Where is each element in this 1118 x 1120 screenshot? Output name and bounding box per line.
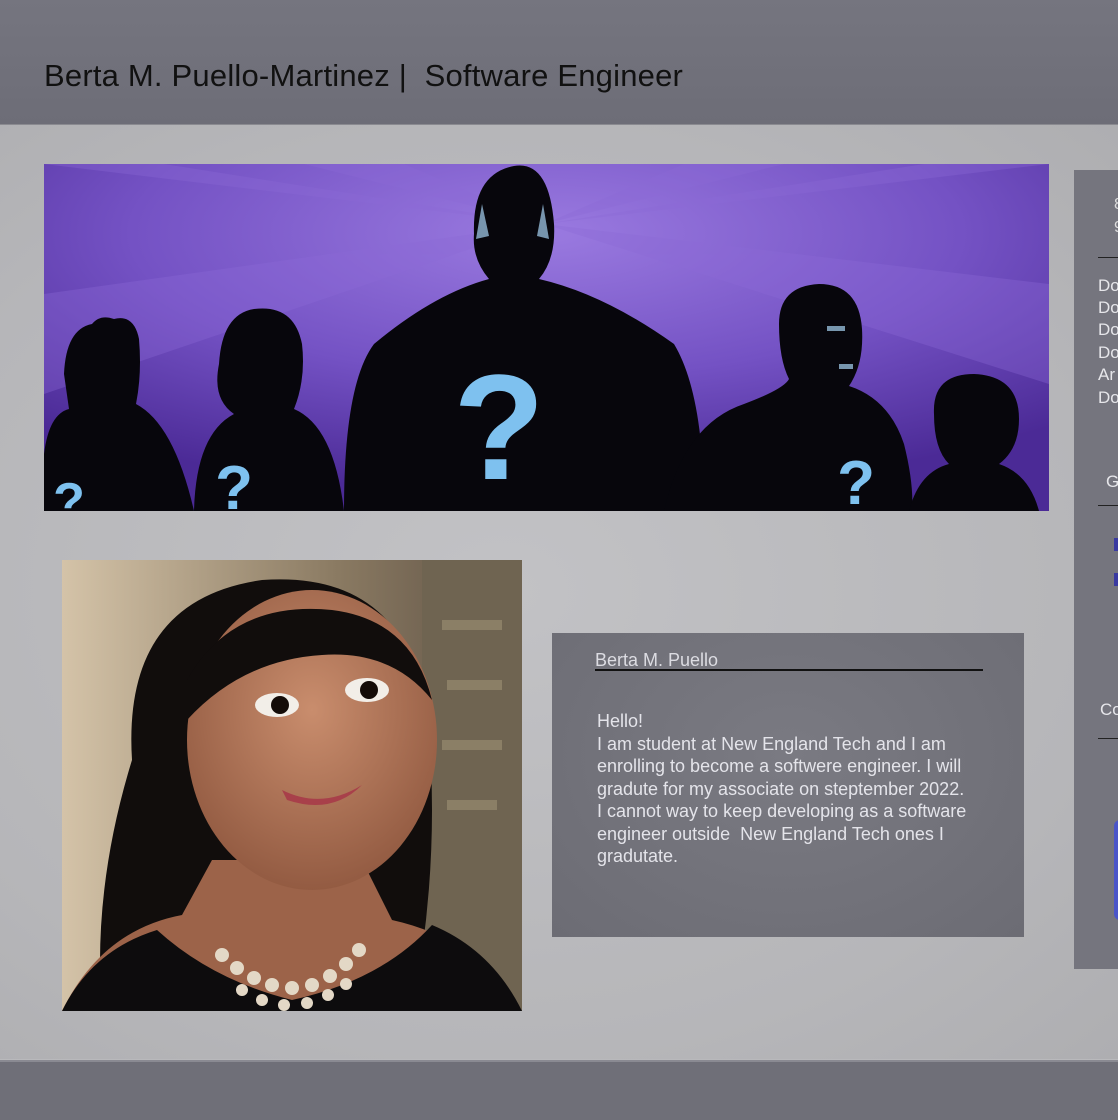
bio-line: I cannot way to keep developing as a sof…	[597, 801, 967, 821]
sidebar-divider	[1098, 505, 1118, 506]
bio-line: engineer outside New England Tech ones I	[597, 823, 944, 844]
hero-banner-image: ? ? ? ?	[44, 164, 1049, 511]
site-header: Berta M. Puello-Martinez | Software Engi…	[0, 0, 1118, 125]
svg-text:?: ?	[453, 343, 545, 511]
bio-text: Hello! I am student at New England Tech …	[597, 710, 1007, 868]
bio-line: enrolling to become a softwere engineer.…	[597, 756, 962, 776]
sidebar-divider	[1098, 738, 1118, 739]
bio-line: gradutate.	[597, 846, 679, 866]
svg-text:?: ?	[215, 454, 253, 511]
sidebar-button[interactable]	[1114, 820, 1118, 920]
profile-photo	[62, 560, 522, 1011]
sidebar-heading: G	[1106, 472, 1118, 491]
sidebar-link[interactable]: Ar	[1098, 365, 1115, 385]
bio-name: Berta M. Puello	[595, 650, 719, 670]
sidebar-date: 8	[1114, 196, 1118, 214]
bio-divider	[595, 669, 983, 671]
sidebar-heading: Co	[1100, 700, 1118, 719]
sidebar-link[interactable]: Do	[1098, 320, 1118, 340]
svg-text:?: ?	[837, 449, 875, 511]
sidebar-link[interactable]: Do	[1098, 343, 1118, 363]
bio-card: Berta M. Puello Hello! I am student at N…	[552, 633, 1024, 937]
sidebar-divider	[1098, 257, 1118, 258]
bio-line: I am student at New England Tech and I a…	[597, 733, 946, 754]
sidebar-link[interactable]: Do	[1098, 276, 1118, 296]
bio-line: gradute for my associate on steptember 2…	[597, 778, 965, 799]
sidebar-link[interactable]: Do	[1098, 388, 1118, 408]
site-footer	[0, 1060, 1118, 1120]
bio-line: Hello!	[597, 711, 644, 731]
list-bullet-icon	[1114, 538, 1118, 551]
svg-text:?: ?	[53, 473, 85, 511]
page-title: Berta M. Puello-Martinez | Software Engi…	[44, 58, 684, 93]
sidebar-date: 9	[1114, 219, 1118, 237]
sidebar-link[interactable]: Do	[1098, 298, 1118, 318]
sidebar-panel: 8 9 Do Do Do Do Ar Do G Co	[1074, 170, 1118, 969]
list-bullet-icon	[1114, 573, 1118, 586]
